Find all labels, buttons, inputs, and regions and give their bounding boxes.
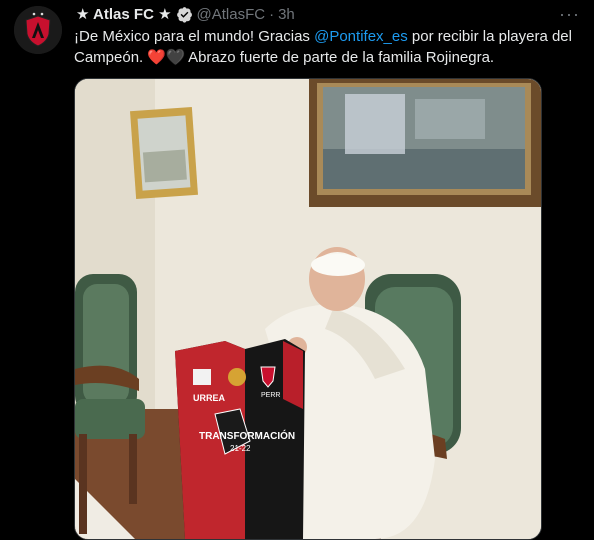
separator-dot: · (269, 5, 275, 23)
tweet-photo[interactable]: URREA PERR TRANSFORMACIÓN 21-22 (74, 78, 542, 540)
tweet-header: ★ Atlas FC ★ @AtlasFC · 3h ··· (76, 4, 580, 24)
jersey: URREA PERR TRANSFORMACIÓN 21-22 (175, 339, 305, 539)
user-handle[interactable]: @AtlasFC (197, 6, 266, 23)
verified-badge-icon (176, 6, 192, 23)
mention-link[interactable]: @Pontifex_es (314, 28, 408, 45)
tweet-text-part1: ¡De México para el mundo! Gracias (74, 28, 315, 45)
more-options-icon[interactable]: ··· (559, 4, 580, 25)
atlas-logo-icon (14, 6, 62, 54)
tweet-text: ¡De México para el mundo! Gracias @Ponti… (74, 26, 574, 68)
jersey-sponsor: URREA (193, 393, 226, 403)
small-painting (130, 106, 198, 200)
jersey-brand: PERR (261, 392, 280, 399)
black-heart-emoji: 🖤 (166, 49, 185, 66)
photo-scene: URREA PERR TRANSFORMACIÓN 21-22 (75, 79, 541, 539)
large-painting (309, 79, 541, 207)
timestamp[interactable]: 3h (278, 6, 295, 23)
display-name[interactable]: ★ Atlas FC ★ (76, 5, 172, 23)
account-avatar[interactable] (14, 6, 62, 54)
jersey-years: 21-22 (230, 444, 251, 453)
jersey-slogan: TRANSFORMACIÓN (199, 429, 295, 442)
tweet-text-part3: Abrazo fuerte de parte de la familia Roj… (184, 49, 495, 66)
red-heart-emoji: ❤️ (147, 49, 167, 66)
